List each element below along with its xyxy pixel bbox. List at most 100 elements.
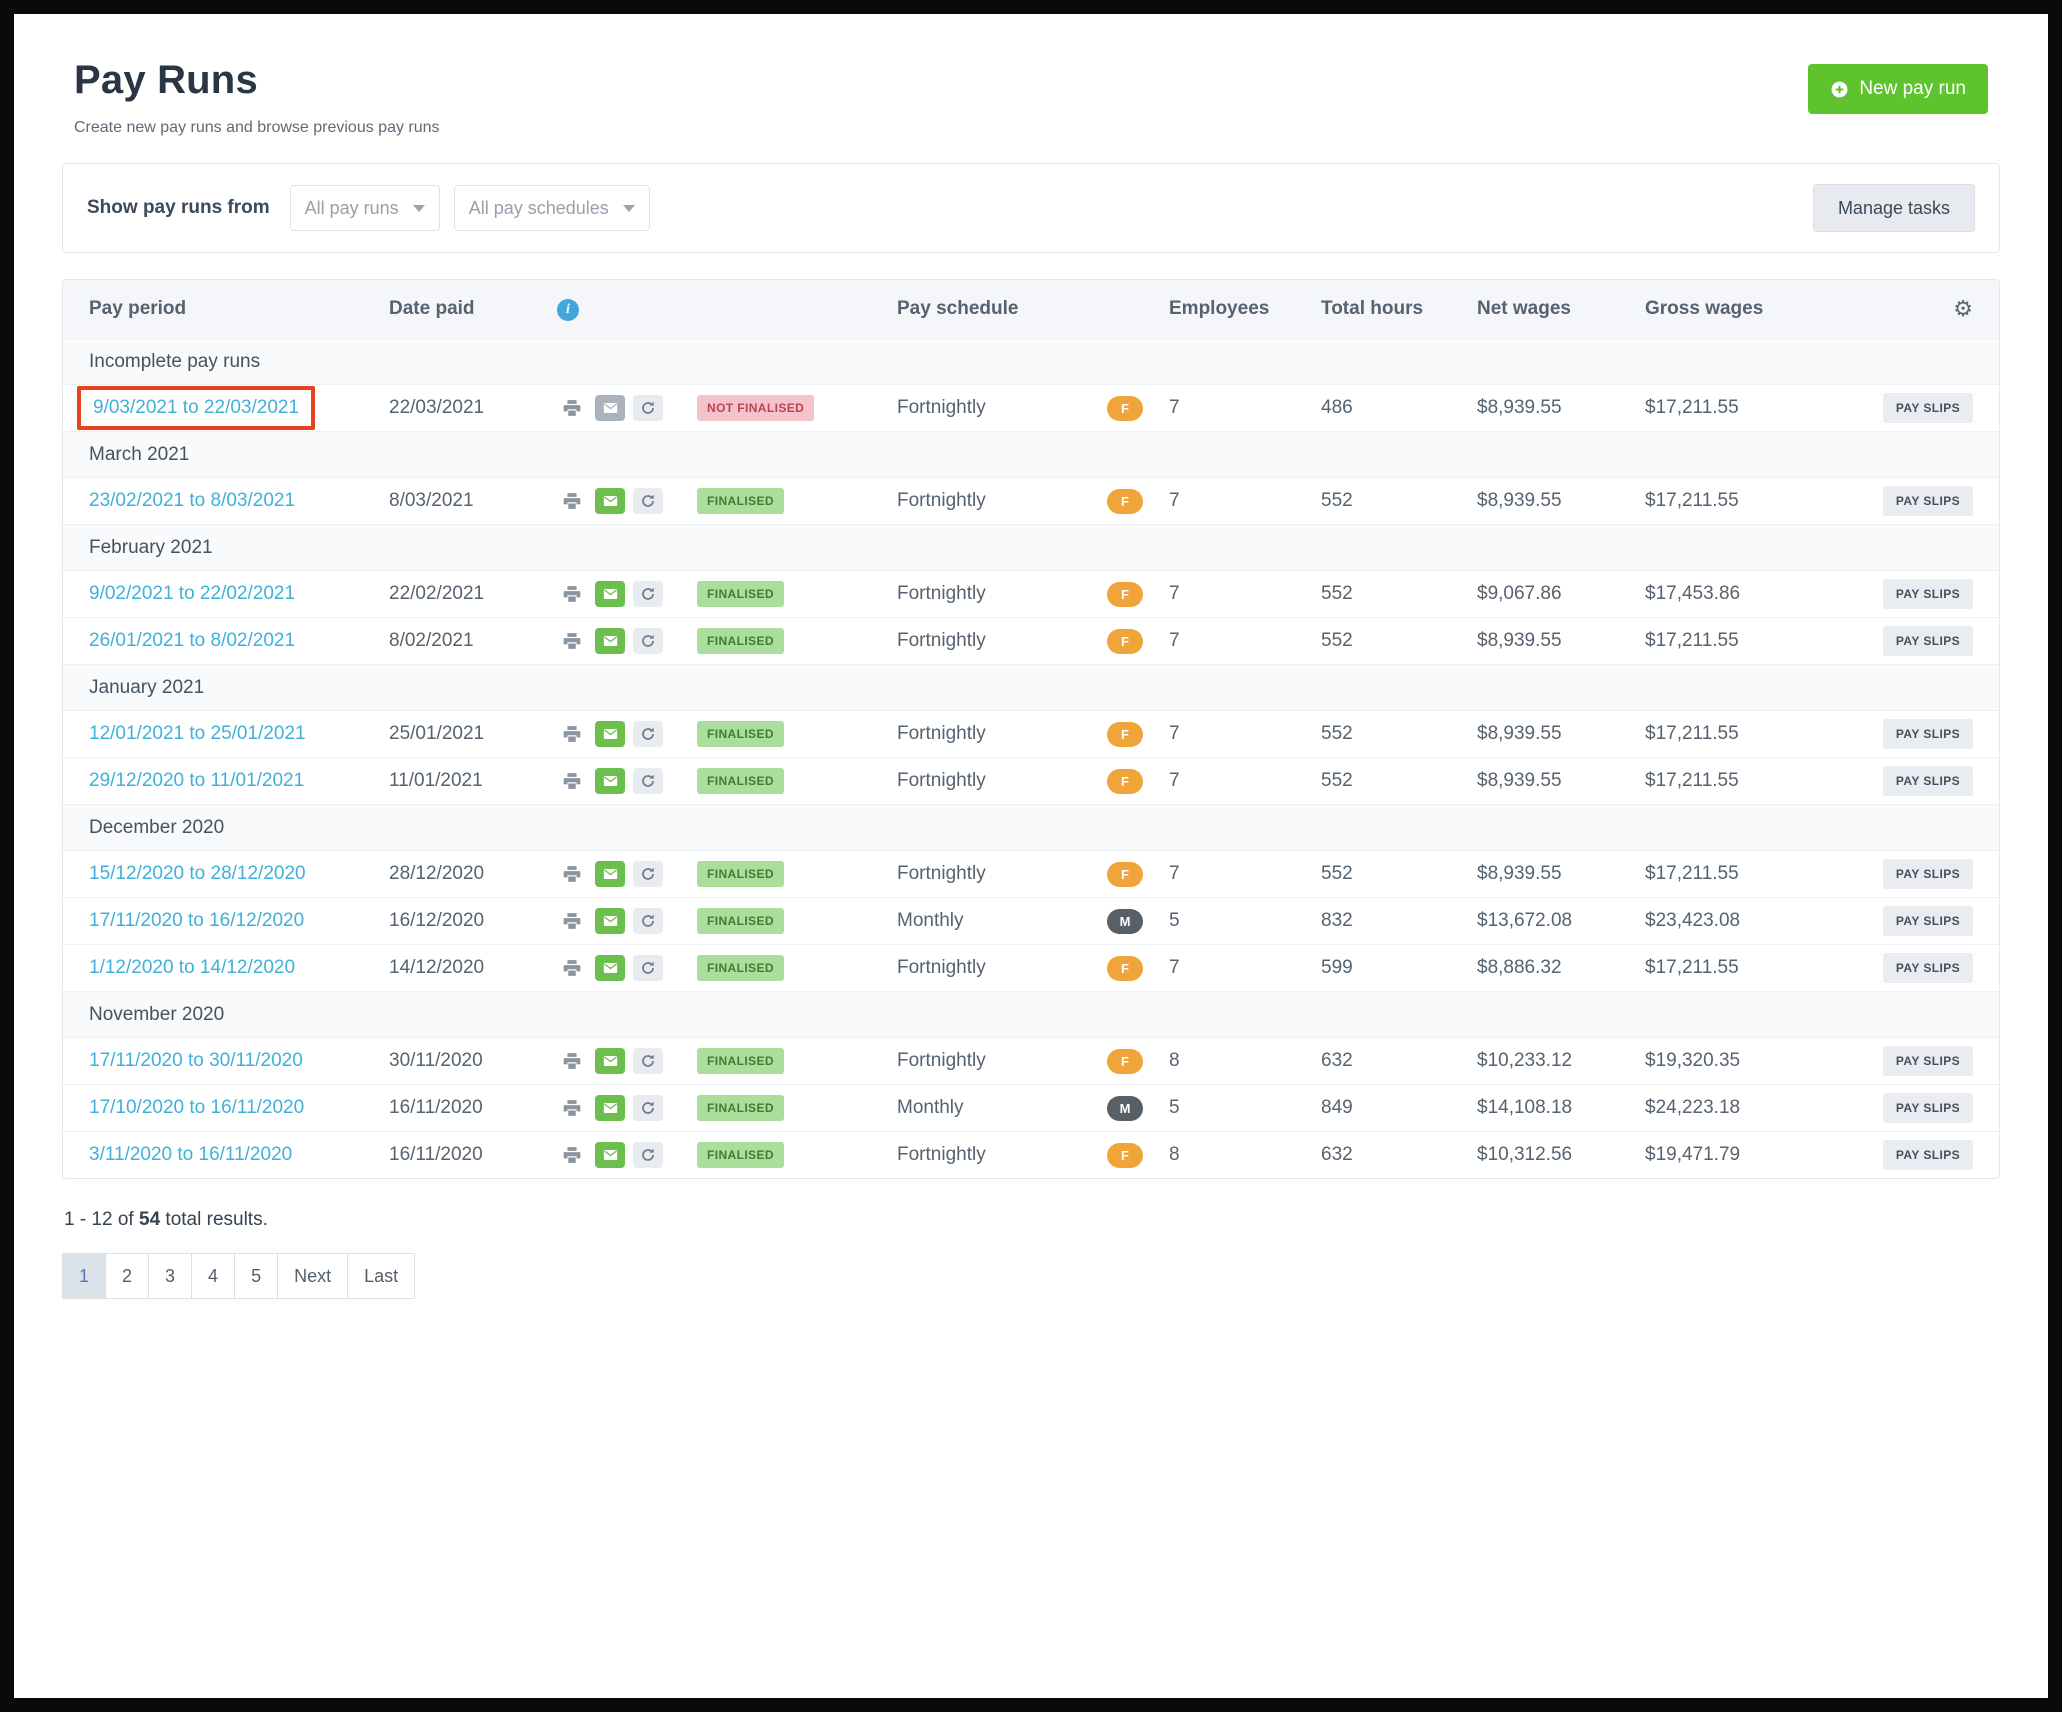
status-badge: FINALISED bbox=[697, 628, 784, 654]
total-hours-cell: 632 bbox=[1321, 1144, 1477, 1166]
refresh-icon[interactable] bbox=[633, 1048, 663, 1074]
info-icon[interactable]: i bbox=[557, 299, 579, 321]
printer-icon[interactable] bbox=[557, 395, 587, 421]
pay-period-link[interactable]: 26/01/2021 to 8/02/2021 bbox=[89, 630, 295, 651]
new-pay-run-button[interactable]: New pay run bbox=[1808, 64, 1988, 114]
pay-slips-button[interactable]: PAY SLIPS bbox=[1883, 393, 1973, 423]
pagination-page-4[interactable]: 4 bbox=[191, 1253, 235, 1299]
annotation-box: 1/12/2020 to 14/12/2020 bbox=[89, 957, 295, 979]
email-icon[interactable] bbox=[595, 395, 625, 421]
pagination-last[interactable]: Last bbox=[347, 1253, 415, 1299]
pay-slips-button[interactable]: PAY SLIPS bbox=[1883, 1140, 1973, 1170]
printer-icon[interactable] bbox=[557, 861, 587, 887]
actions-cell: PAY SLIPS bbox=[1835, 393, 1973, 423]
pagination-next[interactable]: Next bbox=[277, 1253, 348, 1299]
email-icon[interactable] bbox=[595, 488, 625, 514]
row-icons bbox=[557, 628, 697, 654]
pay-period-cell: 29/12/2020 to 11/01/2021 bbox=[89, 770, 389, 792]
pay-schedules-filter-dropdown[interactable]: All pay schedules bbox=[454, 185, 650, 231]
pay-schedule-cell: Fortnightly bbox=[897, 583, 1107, 605]
pay-period-link[interactable]: 1/12/2020 to 14/12/2020 bbox=[89, 957, 295, 978]
printer-icon[interactable] bbox=[557, 1048, 587, 1074]
email-icon[interactable] bbox=[595, 955, 625, 981]
pay-period-link[interactable]: 9/02/2021 to 22/02/2021 bbox=[89, 583, 295, 604]
email-icon[interactable] bbox=[595, 1048, 625, 1074]
pay-period-link[interactable]: 9/03/2021 to 22/03/2021 bbox=[93, 397, 299, 418]
printer-icon[interactable] bbox=[557, 908, 587, 934]
refresh-icon[interactable] bbox=[633, 861, 663, 887]
pay-slips-button[interactable]: PAY SLIPS bbox=[1883, 906, 1973, 936]
annotation-box: 26/01/2021 to 8/02/2021 bbox=[89, 630, 295, 652]
pagination-page-5[interactable]: 5 bbox=[234, 1253, 278, 1299]
pay-slips-button[interactable]: PAY SLIPS bbox=[1883, 859, 1973, 889]
refresh-icon[interactable] bbox=[633, 488, 663, 514]
email-icon[interactable] bbox=[595, 721, 625, 747]
pay-period-link[interactable]: 23/02/2021 to 8/03/2021 bbox=[89, 490, 295, 511]
manage-tasks-button[interactable]: Manage tasks bbox=[1813, 184, 1975, 232]
refresh-icon[interactable] bbox=[633, 955, 663, 981]
status-cell: FINALISED bbox=[697, 581, 897, 607]
email-icon[interactable] bbox=[595, 1095, 625, 1121]
refresh-icon[interactable] bbox=[633, 1142, 663, 1168]
refresh-icon[interactable] bbox=[633, 581, 663, 607]
refresh-icon[interactable] bbox=[633, 721, 663, 747]
pay-slips-button[interactable]: PAY SLIPS bbox=[1883, 953, 1973, 983]
date-paid-cell: 16/12/2020 bbox=[389, 910, 557, 932]
pay-period-link[interactable]: 3/11/2020 to 16/11/2020 bbox=[89, 1144, 292, 1165]
refresh-icon[interactable] bbox=[633, 628, 663, 654]
refresh-icon[interactable] bbox=[633, 395, 663, 421]
printer-icon[interactable] bbox=[557, 488, 587, 514]
pay-slips-button[interactable]: PAY SLIPS bbox=[1883, 766, 1973, 796]
printer-icon[interactable] bbox=[557, 628, 587, 654]
pay-slips-button[interactable]: PAY SLIPS bbox=[1883, 1046, 1973, 1076]
pay-slips-button[interactable]: PAY SLIPS bbox=[1883, 486, 1973, 516]
employees-cell: 8 bbox=[1169, 1144, 1321, 1166]
pay-runs-filter-dropdown[interactable]: All pay runs bbox=[290, 185, 440, 231]
col-actions: ⚙ bbox=[1835, 297, 1973, 322]
total-hours-cell: 552 bbox=[1321, 863, 1477, 885]
pagination-page-2[interactable]: 2 bbox=[105, 1253, 149, 1299]
printer-icon[interactable] bbox=[557, 768, 587, 794]
pay-slips-button[interactable]: PAY SLIPS bbox=[1883, 579, 1973, 609]
annotation-box: 17/11/2020 to 30/11/2020 bbox=[89, 1050, 303, 1072]
printer-icon[interactable] bbox=[557, 1095, 587, 1121]
pagination-page-3[interactable]: 3 bbox=[148, 1253, 192, 1299]
table-row: 12/01/2021 to 25/01/2021 25/01/2021 FINA… bbox=[63, 710, 1999, 757]
schedule-badge-cell: F bbox=[1107, 956, 1169, 981]
pay-period-link[interactable]: 29/12/2020 to 11/01/2021 bbox=[89, 770, 304, 791]
pay-period-link[interactable]: 15/12/2020 to 28/12/2020 bbox=[89, 863, 306, 884]
gear-icon[interactable]: ⚙ bbox=[1953, 297, 1973, 322]
table-row: 3/11/2020 to 16/11/2020 16/11/2020 FINAL… bbox=[63, 1131, 1999, 1178]
total-hours-cell: 552 bbox=[1321, 583, 1477, 605]
section-row: Incomplete pay runs bbox=[63, 338, 1999, 384]
status-cell: FINALISED bbox=[697, 908, 897, 934]
printer-icon[interactable] bbox=[557, 1142, 587, 1168]
email-icon[interactable] bbox=[595, 861, 625, 887]
total-hours-cell: 552 bbox=[1321, 630, 1477, 652]
refresh-icon[interactable] bbox=[633, 908, 663, 934]
employees-cell: 7 bbox=[1169, 630, 1321, 652]
email-icon[interactable] bbox=[595, 1142, 625, 1168]
email-icon[interactable] bbox=[595, 908, 625, 934]
gross-wages-cell: $17,211.55 bbox=[1645, 630, 1835, 652]
printer-icon[interactable] bbox=[557, 721, 587, 747]
pay-period-link[interactable]: 17/11/2020 to 16/12/2020 bbox=[89, 910, 304, 931]
printer-icon[interactable] bbox=[557, 955, 587, 981]
net-wages-cell: $8,939.55 bbox=[1477, 770, 1645, 792]
pay-slips-button[interactable]: PAY SLIPS bbox=[1883, 719, 1973, 749]
refresh-icon[interactable] bbox=[633, 1095, 663, 1121]
email-icon[interactable] bbox=[595, 581, 625, 607]
email-icon[interactable] bbox=[595, 628, 625, 654]
pay-period-link[interactable]: 17/10/2020 to 16/11/2020 bbox=[89, 1097, 304, 1118]
total-hours-cell: 632 bbox=[1321, 1050, 1477, 1072]
status-cell: FINALISED bbox=[697, 628, 897, 654]
refresh-icon[interactable] bbox=[633, 768, 663, 794]
pay-period-link[interactable]: 17/11/2020 to 30/11/2020 bbox=[89, 1050, 303, 1071]
schedule-code-badge: F bbox=[1107, 769, 1143, 794]
pay-slips-button[interactable]: PAY SLIPS bbox=[1883, 626, 1973, 656]
pagination-page-1[interactable]: 1 bbox=[62, 1253, 106, 1299]
email-icon[interactable] bbox=[595, 768, 625, 794]
pay-period-link[interactable]: 12/01/2021 to 25/01/2021 bbox=[89, 723, 306, 744]
pay-slips-button[interactable]: PAY SLIPS bbox=[1883, 1093, 1973, 1123]
printer-icon[interactable] bbox=[557, 581, 587, 607]
